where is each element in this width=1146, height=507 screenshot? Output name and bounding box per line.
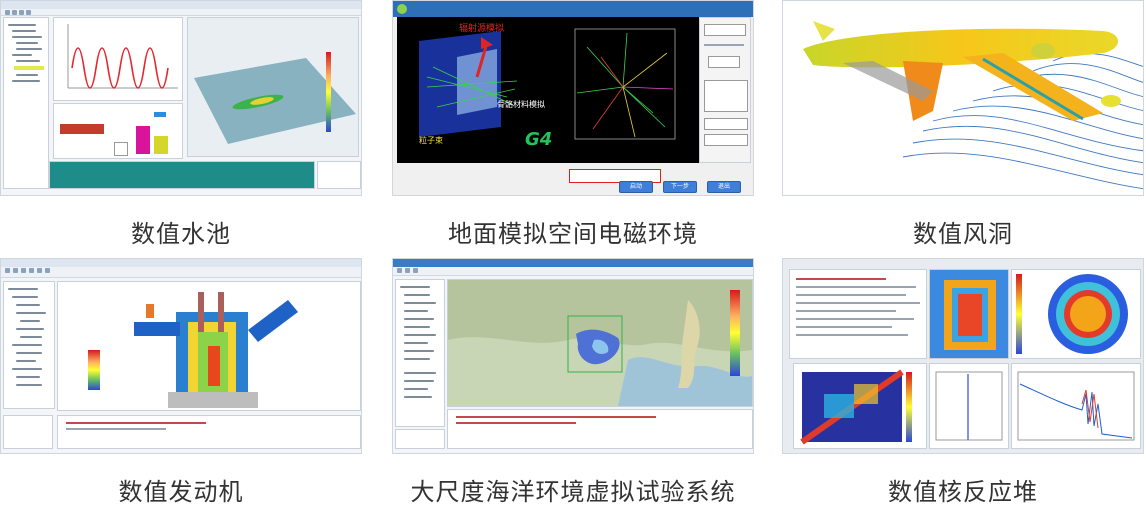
label-particle-beam: 粒子束 [419, 136, 443, 145]
label-radiation-source: 辐射源模拟 [459, 24, 505, 34]
caption-space-em-environment: 地面模拟空间电磁环境 [448, 220, 698, 248]
aircraft-streamline-render [803, 21, 1143, 190]
3d-view-panel [187, 17, 359, 157]
thumbnail-numerical-water-tank[interactable] [0, 0, 362, 196]
attribute-panel [395, 429, 445, 449]
log-output [447, 409, 753, 449]
thumbnail-numerical-engine[interactable] [0, 258, 362, 454]
exit-button[interactable]: 退出 [707, 181, 741, 193]
caption-ocean-virtual-test-system: 大尺度海洋环境虚拟试验系统 [410, 478, 736, 506]
engine-3d-view [57, 281, 361, 411]
settings-side-panel [699, 17, 751, 163]
spectrum-plot-a [929, 363, 1009, 449]
caption-numerical-wind-tunnel: 数值风洞 [913, 220, 1013, 248]
wave-chart-panel [53, 17, 183, 101]
thumbnail-numerical-wind-tunnel[interactable] [782, 0, 1144, 196]
input-file-editor [789, 269, 927, 359]
properties-panel [317, 161, 361, 189]
window-toolbar [1, 267, 361, 278]
output-console [49, 161, 315, 189]
bar-chart-panel [53, 103, 183, 159]
start-button[interactable]: 启动 [619, 181, 653, 193]
model-tree-panel [3, 281, 55, 409]
label-bone-material: 骨骼材料模拟 [497, 100, 545, 109]
map-view [447, 279, 753, 407]
thumbnail-numerical-nuclear-reactor[interactable] [782, 258, 1144, 454]
window-toolbar [393, 267, 753, 276]
window-toolbar [1, 9, 361, 16]
geant4-logo: G4 [525, 129, 553, 150]
caption-numerical-water-tank: 数值水池 [131, 220, 231, 248]
simulation-viewport: 辐射源模拟 骨骼材料模拟 粒子束 G4 [397, 17, 699, 163]
covariance-heatmap [793, 363, 927, 449]
status-panel [3, 415, 53, 449]
core-cross-section-view [929, 269, 1009, 359]
dialog-titlebar [393, 1, 753, 17]
dialog-button-row: 启动 下一步 退出 [393, 165, 753, 195]
console-output [57, 415, 361, 449]
thumbnail-space-em-environment[interactable]: 辐射源模拟 骨骼材料模拟 粒子束 G4 启动 下一步 退出 [392, 0, 754, 196]
flux-distribution-view [1011, 269, 1141, 359]
caption-numerical-nuclear-reactor: 数值核反应堆 [888, 478, 1038, 506]
thumbnail-ocean-virtual-test-system[interactable] [392, 258, 754, 454]
caption-numerical-engine: 数值发动机 [118, 478, 244, 506]
project-tree-panel [3, 17, 49, 189]
app-icon [397, 4, 407, 14]
next-button[interactable]: 下一步 [663, 181, 697, 193]
spectrum-plot-b [1011, 363, 1141, 449]
layer-tree-panel [395, 279, 445, 427]
wave-line-chart [67, 24, 178, 89]
water-surface-render [194, 52, 356, 144]
